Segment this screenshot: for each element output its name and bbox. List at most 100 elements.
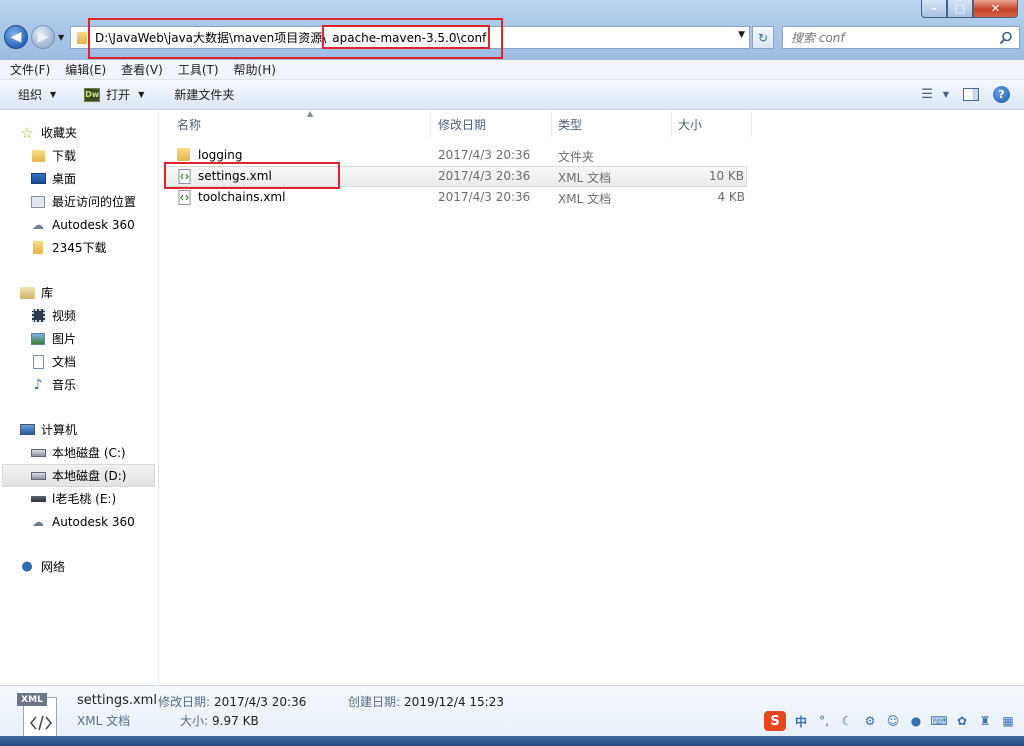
sidebar-item-music[interactable]: ♪ 音乐 [0,373,158,396]
star-icon: ☆ [20,123,34,142]
column-header-type[interactable]: 类型 [552,111,672,137]
details-modified-label: 修改日期: [158,695,211,709]
punctuation-icon[interactable]: °, [816,713,832,729]
menu-file[interactable]: 文件(F) [5,61,55,78]
file-row-toolchains[interactable]: toolchains.xml 2017/4/3 20:36 XML 文档 4 K… [165,187,747,208]
chevron-down-icon: ▼ [138,90,145,99]
grid-icon[interactable]: ▦ [1000,713,1016,729]
details-size-label: 大小: [180,714,209,728]
organize-button[interactable]: 组织 ▼ [0,80,66,109]
view-options-button[interactable]: ☰ ▼ [921,87,949,102]
details-modified-value: 2017/4/3 20:36 [214,695,307,709]
xml-file-icon: XML [17,693,59,739]
folder-icon [77,31,87,44]
skin-icon[interactable]: ✿ [954,713,970,729]
file-type: XML 文档 [558,171,612,185]
new-folder-button[interactable]: 新建文件夹 [154,80,244,109]
ime-language-indicator[interactable]: 中 [793,713,809,729]
help-icon[interactable]: ? [993,86,1010,103]
sidebar-item-documents[interactable]: 文档 [0,350,158,373]
sidebar-item-label: Autodesk 360 [52,514,135,529]
address-path-part1[interactable]: D:\JavaWeb\java大数据\maven项目资源\ [95,29,326,46]
preview-pane-button[interactable] [963,88,979,101]
column-header-size[interactable]: 大小 [672,111,752,137]
address-bar[interactable]: D:\JavaWeb\java大数据\maven项目资源\ apache-mave… [70,26,750,49]
menu-tools[interactable]: 工具(T) [173,61,224,78]
file-date: 2017/4/3 20:36 [438,190,531,204]
sidebar-item-label: 下载 [52,149,77,163]
sidebar-item-label: 视频 [52,309,77,323]
new-folder-label: 新建文件夹 [174,88,235,102]
moon-icon[interactable]: ☾ [839,713,855,729]
file-row-settings[interactable]: settings.xml 2017/4/3 20:36 XML 文档 10 KB [165,166,747,187]
sidebar-item-desktop[interactable]: 桌面 [0,167,158,190]
file-size: 4 KB [717,190,745,204]
details-created-label: 创建日期: [348,695,401,709]
cloud-icon: ☁ [32,514,44,529]
emoji-icon[interactable]: ☺ [885,713,901,729]
keyboard-icon[interactable]: ⌨ [930,713,947,729]
network-globe-icon: ● [21,559,33,574]
sidebar-item-label: 计算机 [41,423,78,437]
menu-view[interactable]: 查看(V) [116,61,168,78]
column-header-name[interactable]: 名称 ▲ [171,109,431,137]
folder-icon [177,148,192,163]
sidebar-item-computer[interactable]: 计算机 [0,418,158,441]
chevron-down-icon[interactable]: ▼ [738,30,745,40]
sidebar-item-drive-c[interactable]: 本地磁盘 (C:) [0,441,158,464]
sidebar-item-autodesk-360-computer[interactable]: ☁ Autodesk 360 [0,510,158,533]
sidebar-item-pictures[interactable]: 图片 [0,327,158,350]
navigation-pane: ☆ 收藏夹 下载 桌面 最近访问的位置 ☁ Autodesk 360 2345下载 … [0,111,159,685]
sidebar-item-favorites[interactable]: ☆ 收藏夹 [0,121,158,144]
sidebar-item-network[interactable]: ● 网络 [0,555,158,578]
downloads-folder-icon [30,149,46,163]
shirt-icon[interactable]: ♜ [977,713,993,729]
close-button[interactable]: ✕ [973,0,1018,18]
back-button[interactable]: ◀ [4,25,28,49]
file-type: 文件夹 [558,150,595,164]
sidebar-item-label: 最近访问的位置 [52,195,137,209]
file-row-logging[interactable]: logging 2017/4/3 20:36 文件夹 [165,145,747,166]
sidebar-item-drive-e[interactable]: l老毛桃 (E:) [0,487,158,510]
open-button[interactable]: Dw 打开 ▼ [66,80,154,109]
column-label: 名称 [177,117,202,132]
details-created-value: 2019/12/4 15:23 [404,695,504,709]
music-note-icon: ♪ [33,376,43,393]
sidebar-item-label: 文档 [52,355,77,369]
sidebar-item-drive-d[interactable]: 本地磁盘 (D:) [2,464,155,487]
microphone-icon[interactable]: ● [908,713,924,729]
address-path-part2[interactable]: apache-maven-3.5.0\conf [326,31,486,45]
column-label: 修改日期 [438,117,487,132]
settings-icon[interactable]: ⚙ [862,713,878,729]
sidebar-item-libraries[interactable]: 库 [0,281,158,304]
xml-badge: XML [17,693,47,706]
sogou-ime-icon[interactable]: S [764,711,786,731]
xml-file-icon [177,190,192,205]
column-header-date[interactable]: 修改日期 [432,111,552,137]
menu-help[interactable]: 帮助(H) [229,61,281,78]
sidebar-item-autodesk-360[interactable]: ☁ Autodesk 360 [0,213,158,236]
recent-pages-dropdown[interactable]: ▼ [58,33,64,42]
refresh-button[interactable]: ↻ [752,26,774,49]
file-name: settings.xml [198,169,272,183]
details-filename: settings.xml [77,693,157,708]
maximize-button[interactable]: □ [947,0,973,18]
film-icon [30,309,46,323]
forward-button[interactable]: ▶ [31,25,55,49]
search-icon[interactable] [999,31,1013,45]
view-list-icon: ☰ [921,87,933,102]
menu-edit[interactable]: 编辑(E) [60,61,111,78]
search-box[interactable] [782,26,1020,49]
sidebar-item-label: 图片 [52,332,77,346]
hard-drive-icon [30,469,46,483]
sidebar-item-downloads[interactable]: 下载 [0,144,158,167]
picture-icon [30,332,46,346]
sidebar-item-2345-downloads[interactable]: 2345下载 [0,236,158,259]
sidebar-item-videos[interactable]: 视频 [0,304,158,327]
minimize-button[interactable]: – [921,0,947,18]
arrow-left-icon: ◀ [10,29,22,45]
sidebar-item-recent-places[interactable]: 最近访问的位置 [0,190,158,213]
search-input[interactable] [791,30,991,45]
file-type: XML 文档 [558,192,612,206]
menu-bar: 文件(F) 编辑(E) 查看(V) 工具(T) 帮助(H) [0,60,1024,80]
